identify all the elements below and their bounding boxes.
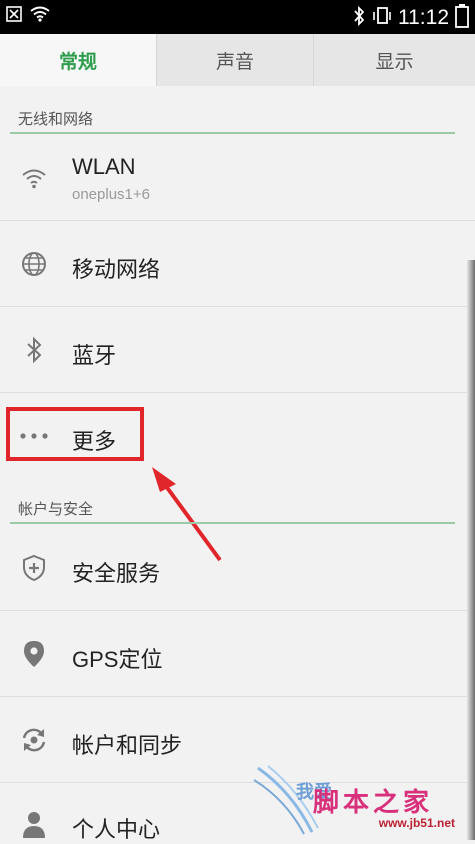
location-pin-icon — [18, 638, 50, 670]
section-title: 帐户与安全 — [18, 500, 94, 518]
settings-item-security[interactable]: 安全服务 — [0, 526, 475, 611]
settings-item-label: 个人中心 — [72, 817, 161, 842]
settings-item-label: 帐户和同步 — [72, 733, 183, 758]
settings-item-label: 安全服务 — [72, 561, 161, 586]
watermark-text: 脚本之家 — [312, 788, 433, 818]
shield-plus-icon — [18, 552, 50, 584]
edge-shadow — [467, 260, 475, 840]
section-header-account: 帐户与安全 — [0, 490, 475, 524]
sync-icon — [18, 724, 50, 756]
section-divider — [10, 522, 455, 524]
watermark: 我爱 脚本之家 www.jb51.net — [252, 762, 467, 838]
person-icon — [18, 808, 50, 840]
watermark-url: www.jb51.net — [378, 816, 455, 830]
settings-item-label: GPS定位 — [72, 647, 163, 672]
settings-item-gps[interactable]: GPS定位 — [0, 612, 475, 697]
